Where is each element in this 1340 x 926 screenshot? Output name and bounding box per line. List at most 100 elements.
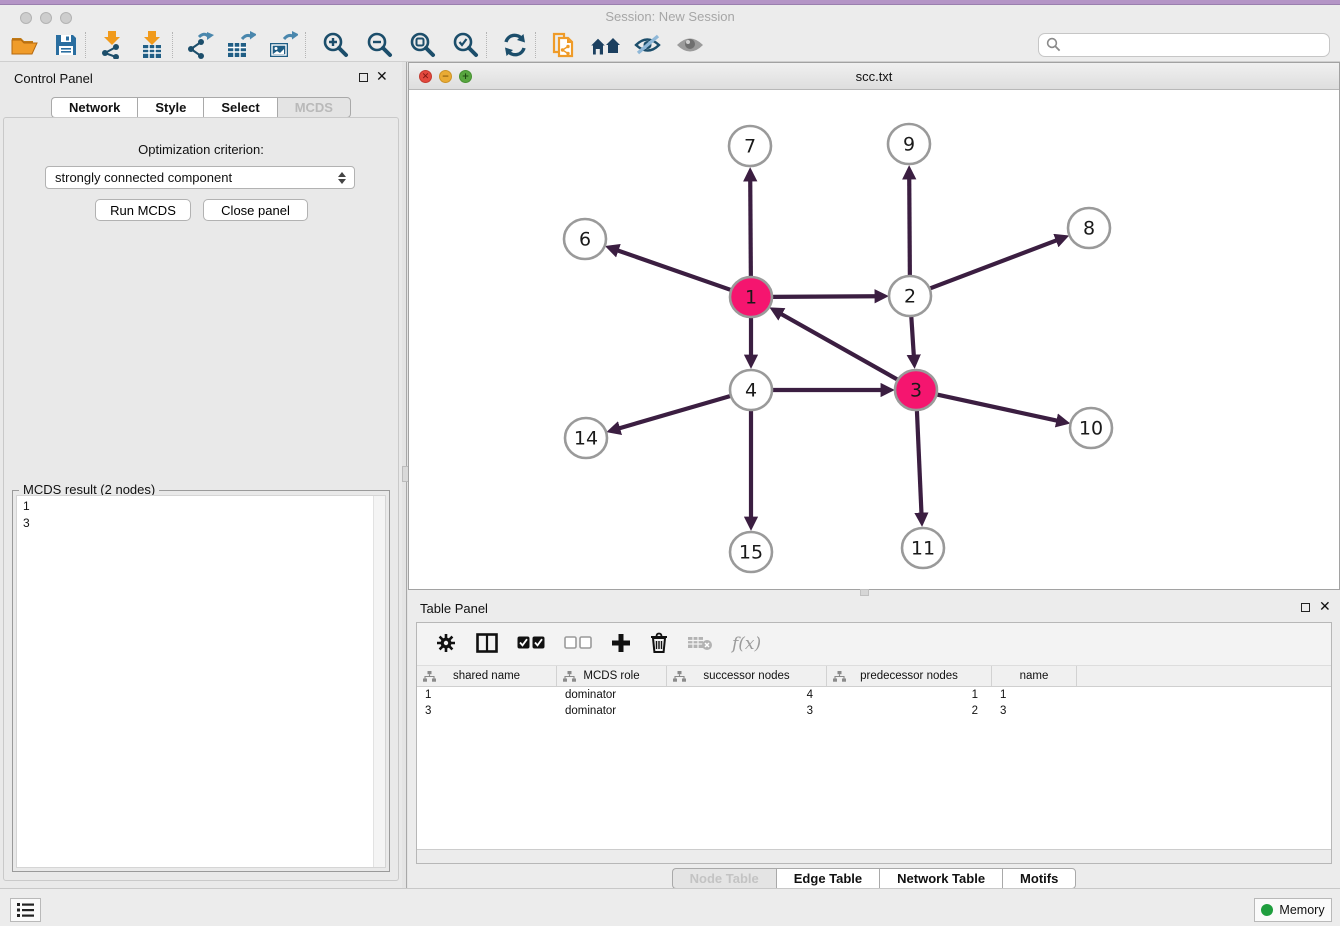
table-panel-close-icon[interactable]: ✕ — [1319, 598, 1331, 615]
add-column-icon[interactable] — [611, 633, 631, 656]
zoom-out-icon[interactable] — [365, 30, 393, 60]
node-9[interactable]: 9 — [888, 124, 930, 164]
network-canvas[interactable]: 7 9 6 8 1 2 4 3 14 10 15 11 — [409, 90, 1339, 589]
cell-MCDS-role[interactable]: dominator — [557, 687, 667, 703]
table-row[interactable]: 3dominator323 — [417, 703, 1331, 719]
tab-select[interactable]: Select — [203, 97, 276, 118]
delete-column-icon[interactable] — [650, 632, 668, 656]
node-14[interactable]: 14 — [565, 418, 607, 458]
select-all-icon[interactable] — [517, 636, 545, 652]
memory-button[interactable]: Memory — [1254, 898, 1332, 922]
first-neighbors-icon[interactable] — [589, 30, 621, 60]
cell-shared-name[interactable]: 3 — [417, 703, 557, 719]
control-panel-title: Control Panel — [14, 71, 93, 86]
result-scrollbar[interactable] — [373, 496, 385, 867]
open-session-icon[interactable] — [10, 30, 38, 60]
edge-4-14[interactable] — [619, 396, 731, 429]
import-network-icon[interactable] — [99, 30, 125, 60]
export-network-icon[interactable] — [186, 30, 214, 60]
cell-name[interactable]: 1 — [992, 687, 1077, 703]
table-settings-icon[interactable] — [435, 632, 457, 657]
zoom-in-icon[interactable] — [321, 30, 349, 60]
network-graph[interactable]: 7 9 6 8 1 2 4 3 14 10 15 11 — [409, 90, 1339, 589]
edge-3-10[interactable] — [937, 394, 1058, 420]
edge-1-7[interactable] — [750, 180, 751, 276]
cell-predecessor-nodes[interactable]: 1 — [827, 687, 992, 703]
cell-predecessor-nodes[interactable]: 2 — [827, 703, 992, 719]
split-view-icon[interactable] — [476, 633, 498, 656]
search-input[interactable] — [1038, 33, 1330, 57]
node-2[interactable]: 2 — [889, 276, 931, 316]
import-table-icon[interactable] — [139, 30, 165, 60]
table-hscrollbar[interactable] — [417, 849, 1331, 863]
task-history-button[interactable] — [10, 898, 41, 922]
hide-selected-icon[interactable] — [633, 30, 663, 60]
run-mcds-button[interactable]: Run MCDS — [95, 199, 191, 221]
column-header-MCDS-role[interactable]: MCDS role — [557, 666, 667, 686]
column-header-name[interactable]: name — [992, 666, 1077, 686]
tab-network[interactable]: Network — [51, 97, 137, 118]
edge-2-8[interactable] — [930, 240, 1058, 288]
toolbar-separator — [535, 32, 536, 58]
svg-text:14: 14 — [574, 428, 598, 450]
window-title: Session: New Session — [0, 9, 1340, 24]
table-toolbar: f(x) — [417, 623, 1331, 666]
cell-successor-nodes[interactable]: 4 — [667, 687, 827, 703]
cell-MCDS-role[interactable]: dominator — [557, 703, 667, 719]
close-panel-button[interactable]: Close panel — [203, 199, 308, 221]
control-panel-float-icon[interactable] — [359, 73, 368, 82]
table-panel-float-icon[interactable] — [1301, 603, 1310, 612]
mcds-result-text[interactable]: 13 — [16, 495, 386, 868]
list-icon — [17, 903, 34, 917]
edge-1-2[interactable] — [772, 296, 876, 297]
copy-view-icon[interactable] — [551, 30, 577, 60]
svg-text:4: 4 — [745, 380, 757, 402]
criterion-value: strongly connected component — [55, 170, 232, 185]
tab-network-table[interactable]: Network Table — [879, 868, 1002, 889]
zoom-fit-icon[interactable] — [408, 30, 436, 60]
tab-node-table[interactable]: Node Table — [672, 868, 776, 889]
table-row[interactable]: 1dominator411 — [417, 687, 1331, 703]
edge-1-6[interactable] — [617, 250, 731, 290]
edge-2-3[interactable] — [911, 317, 913, 356]
node-15[interactable]: 15 — [730, 532, 772, 572]
edge-3-1[interactable] — [781, 314, 898, 380]
show-all-icon[interactable] — [675, 30, 705, 60]
column-header-predecessor-nodes[interactable]: predecessor nodes — [827, 666, 992, 686]
save-session-icon[interactable] — [54, 30, 78, 60]
deselect-all-icon[interactable] — [564, 636, 592, 652]
cell-shared-name[interactable]: 1 — [417, 687, 557, 703]
node-10[interactable]: 10 — [1070, 408, 1112, 448]
node-1[interactable]: 1 — [730, 277, 772, 317]
cell-name[interactable]: 3 — [992, 703, 1077, 719]
edge-3-11[interactable] — [917, 411, 922, 514]
search-icon — [1046, 37, 1061, 52]
criterion-select[interactable]: strongly connected component — [45, 166, 355, 189]
node-11[interactable]: 11 — [902, 528, 944, 568]
zoom-selected-icon[interactable] — [451, 30, 479, 60]
column-header-shared-name[interactable]: shared name — [417, 666, 557, 686]
node-7[interactable]: 7 — [729, 126, 771, 166]
column-group-icon — [563, 671, 576, 686]
horizontal-splitter-grip[interactable] — [860, 589, 869, 596]
cell-successor-nodes[interactable]: 3 — [667, 703, 827, 719]
column-header-successor-nodes[interactable]: successor nodes — [667, 666, 827, 686]
refresh-icon[interactable] — [502, 30, 528, 60]
node-4[interactable]: 4 — [730, 370, 772, 410]
toolbar-separator — [172, 32, 173, 58]
tab-edge-table[interactable]: Edge Table — [776, 868, 879, 889]
export-image-icon[interactable] — [268, 30, 298, 60]
export-table-icon[interactable] — [226, 30, 256, 60]
delete-table-icon[interactable] — [687, 635, 713, 654]
tab-mcds[interactable]: MCDS — [277, 97, 351, 118]
node-6[interactable]: 6 — [564, 219, 606, 259]
control-panel-close-icon[interactable]: ✕ — [376, 68, 388, 85]
node-3[interactable]: 3 — [895, 370, 937, 410]
edge-2-9[interactable] — [909, 178, 910, 275]
tab-motifs[interactable]: Motifs — [1002, 868, 1076, 889]
svg-text:1: 1 — [745, 287, 757, 309]
function-builder-icon[interactable]: f(x) — [732, 634, 761, 654]
network-window-titlebar[interactable]: ✕ − + scc.txt — [409, 63, 1339, 90]
node-8[interactable]: 8 — [1068, 208, 1110, 248]
tab-style[interactable]: Style — [137, 97, 203, 118]
